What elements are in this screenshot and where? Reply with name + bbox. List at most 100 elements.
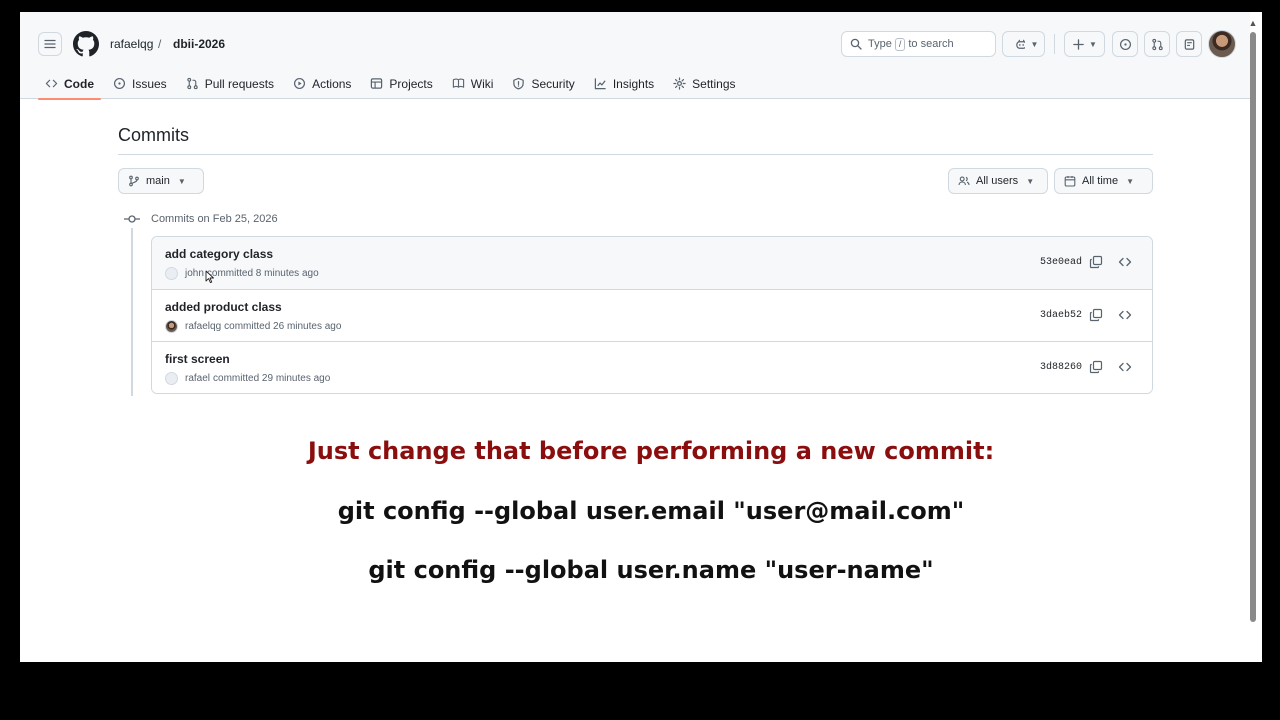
search-input[interactable]: Type / to search xyxy=(841,31,996,57)
plus-icon xyxy=(1073,38,1084,50)
commit-time: committed 8 minutes ago xyxy=(206,268,319,279)
inbox-button[interactable] xyxy=(1176,31,1202,57)
tab-issues[interactable]: Issues xyxy=(106,68,174,99)
tab-label: Settings xyxy=(692,76,736,91)
search-icon xyxy=(850,38,862,50)
code-browse-icon[interactable] xyxy=(1118,255,1132,269)
git-command-name: git config --global user.name "user-name… xyxy=(368,556,934,584)
title-divider xyxy=(118,154,1153,155)
code-browse-icon[interactable] xyxy=(1118,308,1132,322)
table-icon xyxy=(371,78,383,89)
chevron-down-icon: ▼ xyxy=(1089,39,1097,49)
tab-wiki[interactable]: Wiki xyxy=(445,68,501,99)
code-browse-icon[interactable] xyxy=(1118,360,1132,374)
create-new-button[interactable]: ▼ xyxy=(1064,31,1105,57)
commit-message[interactable]: add category class xyxy=(165,247,273,261)
shield-icon xyxy=(513,77,525,90)
overlay-heading: Just change that before performing a new… xyxy=(307,437,995,465)
tab-projects[interactable]: Projects xyxy=(363,68,439,99)
repo-header: rafaelqg / dbii-2026 Type / to search ▼ … xyxy=(20,12,1250,100)
users-filter-label: All users xyxy=(976,175,1019,187)
tab-code[interactable]: Code xyxy=(38,68,101,100)
commit-row[interactable]: add category class john committed 8 minu… xyxy=(152,237,1152,289)
commit-sha[interactable]: 3d88260 xyxy=(1040,362,1082,373)
chevron-down-icon: ▼ xyxy=(1126,176,1134,186)
graph-icon xyxy=(594,78,606,90)
commit-message[interactable]: first screen xyxy=(165,352,230,366)
git-command-email: git config --global user.email "user@mai… xyxy=(337,497,965,525)
code-icon xyxy=(45,79,58,88)
play-icon xyxy=(294,77,306,90)
scrollbar-thumb[interactable] xyxy=(1250,32,1256,622)
issue-icon xyxy=(113,77,126,90)
issues-button[interactable] xyxy=(1112,31,1138,57)
commit-row[interactable]: first screen rafael committed 29 minutes… xyxy=(152,341,1152,393)
tab-security[interactable]: Security xyxy=(505,68,581,99)
tab-label: Issues xyxy=(132,76,167,91)
breadcrumb-owner[interactable]: rafaelqg xyxy=(110,37,153,51)
chevron-down-icon: ▼ xyxy=(177,176,186,186)
commit-message[interactable]: added product class xyxy=(165,300,282,314)
commit-sha[interactable]: 53e0ead xyxy=(1040,257,1082,268)
commit-meta: john committed 8 minutes ago xyxy=(165,267,319,280)
chevron-down-icon: ▼ xyxy=(1030,39,1039,49)
issue-opened-icon xyxy=(1119,38,1131,50)
vertical-scrollbar[interactable]: ▲ xyxy=(1248,18,1258,638)
commit-meta: rafaelqg committed 26 minutes ago xyxy=(165,320,341,333)
hamburger-icon xyxy=(44,39,56,49)
time-filter-label: All time xyxy=(1082,175,1119,187)
github-logo-icon[interactable] xyxy=(73,31,99,57)
scroll-up-icon[interactable]: ▲ xyxy=(1248,18,1258,28)
search-shortcut-key: / xyxy=(894,37,906,51)
tab-pull-requests[interactable]: Pull requests xyxy=(179,68,281,99)
commit-row[interactable]: added product class rafaelqg committed 2… xyxy=(152,289,1152,341)
tab-settings[interactable]: Settings xyxy=(666,68,742,99)
git-pull-request-icon xyxy=(1151,38,1163,50)
copy-icon[interactable] xyxy=(1089,255,1103,269)
header-divider xyxy=(1054,34,1055,54)
menu-button[interactable] xyxy=(38,32,62,56)
commit-group-date: Commits on Feb 25, 2026 xyxy=(151,213,278,225)
branch-select-button[interactable]: main ▼ xyxy=(118,168,204,194)
tab-insights[interactable]: Insights xyxy=(587,68,661,99)
tab-label: Projects xyxy=(389,76,433,91)
git-commit-icon xyxy=(124,215,140,223)
tab-label: Wiki xyxy=(470,76,494,91)
author-avatar[interactable] xyxy=(165,267,178,280)
pull-requests-button[interactable] xyxy=(1144,31,1170,57)
author-avatar[interactable] xyxy=(165,372,178,385)
users-filter-button[interactable]: All users ▼ xyxy=(948,168,1048,194)
commit-author[interactable]: john xyxy=(185,268,204,279)
copilot-menu-button[interactable]: ▼ xyxy=(1025,31,1045,57)
user-avatar[interactable] xyxy=(1208,30,1236,58)
search-prefix: Type xyxy=(868,38,892,50)
author-avatar[interactable] xyxy=(165,320,178,333)
tab-label: Actions xyxy=(312,76,352,91)
copy-icon[interactable] xyxy=(1089,360,1103,374)
page-title: Commits xyxy=(118,125,189,145)
tab-actions[interactable]: Actions xyxy=(286,68,358,99)
commit-sha[interactable]: 3daeb52 xyxy=(1040,310,1082,321)
commit-list: add category class john committed 8 minu… xyxy=(151,236,1153,394)
commit-author[interactable]: rafael xyxy=(185,373,210,384)
repo-nav-tabs: Code Issues Pull requests Actions Projec… xyxy=(38,68,748,100)
tab-label: Insights xyxy=(612,76,655,91)
commit-author[interactable]: rafaelqg xyxy=(185,321,221,332)
pull-request-icon xyxy=(186,77,198,90)
book-icon xyxy=(452,78,464,88)
mouse-cursor-icon xyxy=(205,270,214,284)
copy-icon[interactable] xyxy=(1089,308,1103,322)
tab-label: Pull requests xyxy=(204,76,275,91)
browser-viewport: rafaelqg / dbii-2026 Type / to search ▼ … xyxy=(20,12,1262,662)
search-suffix: to search xyxy=(908,38,954,50)
people-icon xyxy=(958,176,970,186)
timeline-line xyxy=(131,228,133,396)
chevron-down-icon: ▼ xyxy=(1026,176,1035,186)
breadcrumb-repo[interactable]: dbii-2026 xyxy=(173,37,225,51)
calendar-icon xyxy=(1064,176,1076,187)
time-filter-button[interactable]: All time ▼ xyxy=(1054,168,1153,194)
branch-name: main xyxy=(146,175,170,187)
commit-time: committed 26 minutes ago xyxy=(224,321,342,332)
inbox-icon xyxy=(1184,38,1194,50)
commit-meta: rafael committed 29 minutes ago xyxy=(165,372,330,385)
